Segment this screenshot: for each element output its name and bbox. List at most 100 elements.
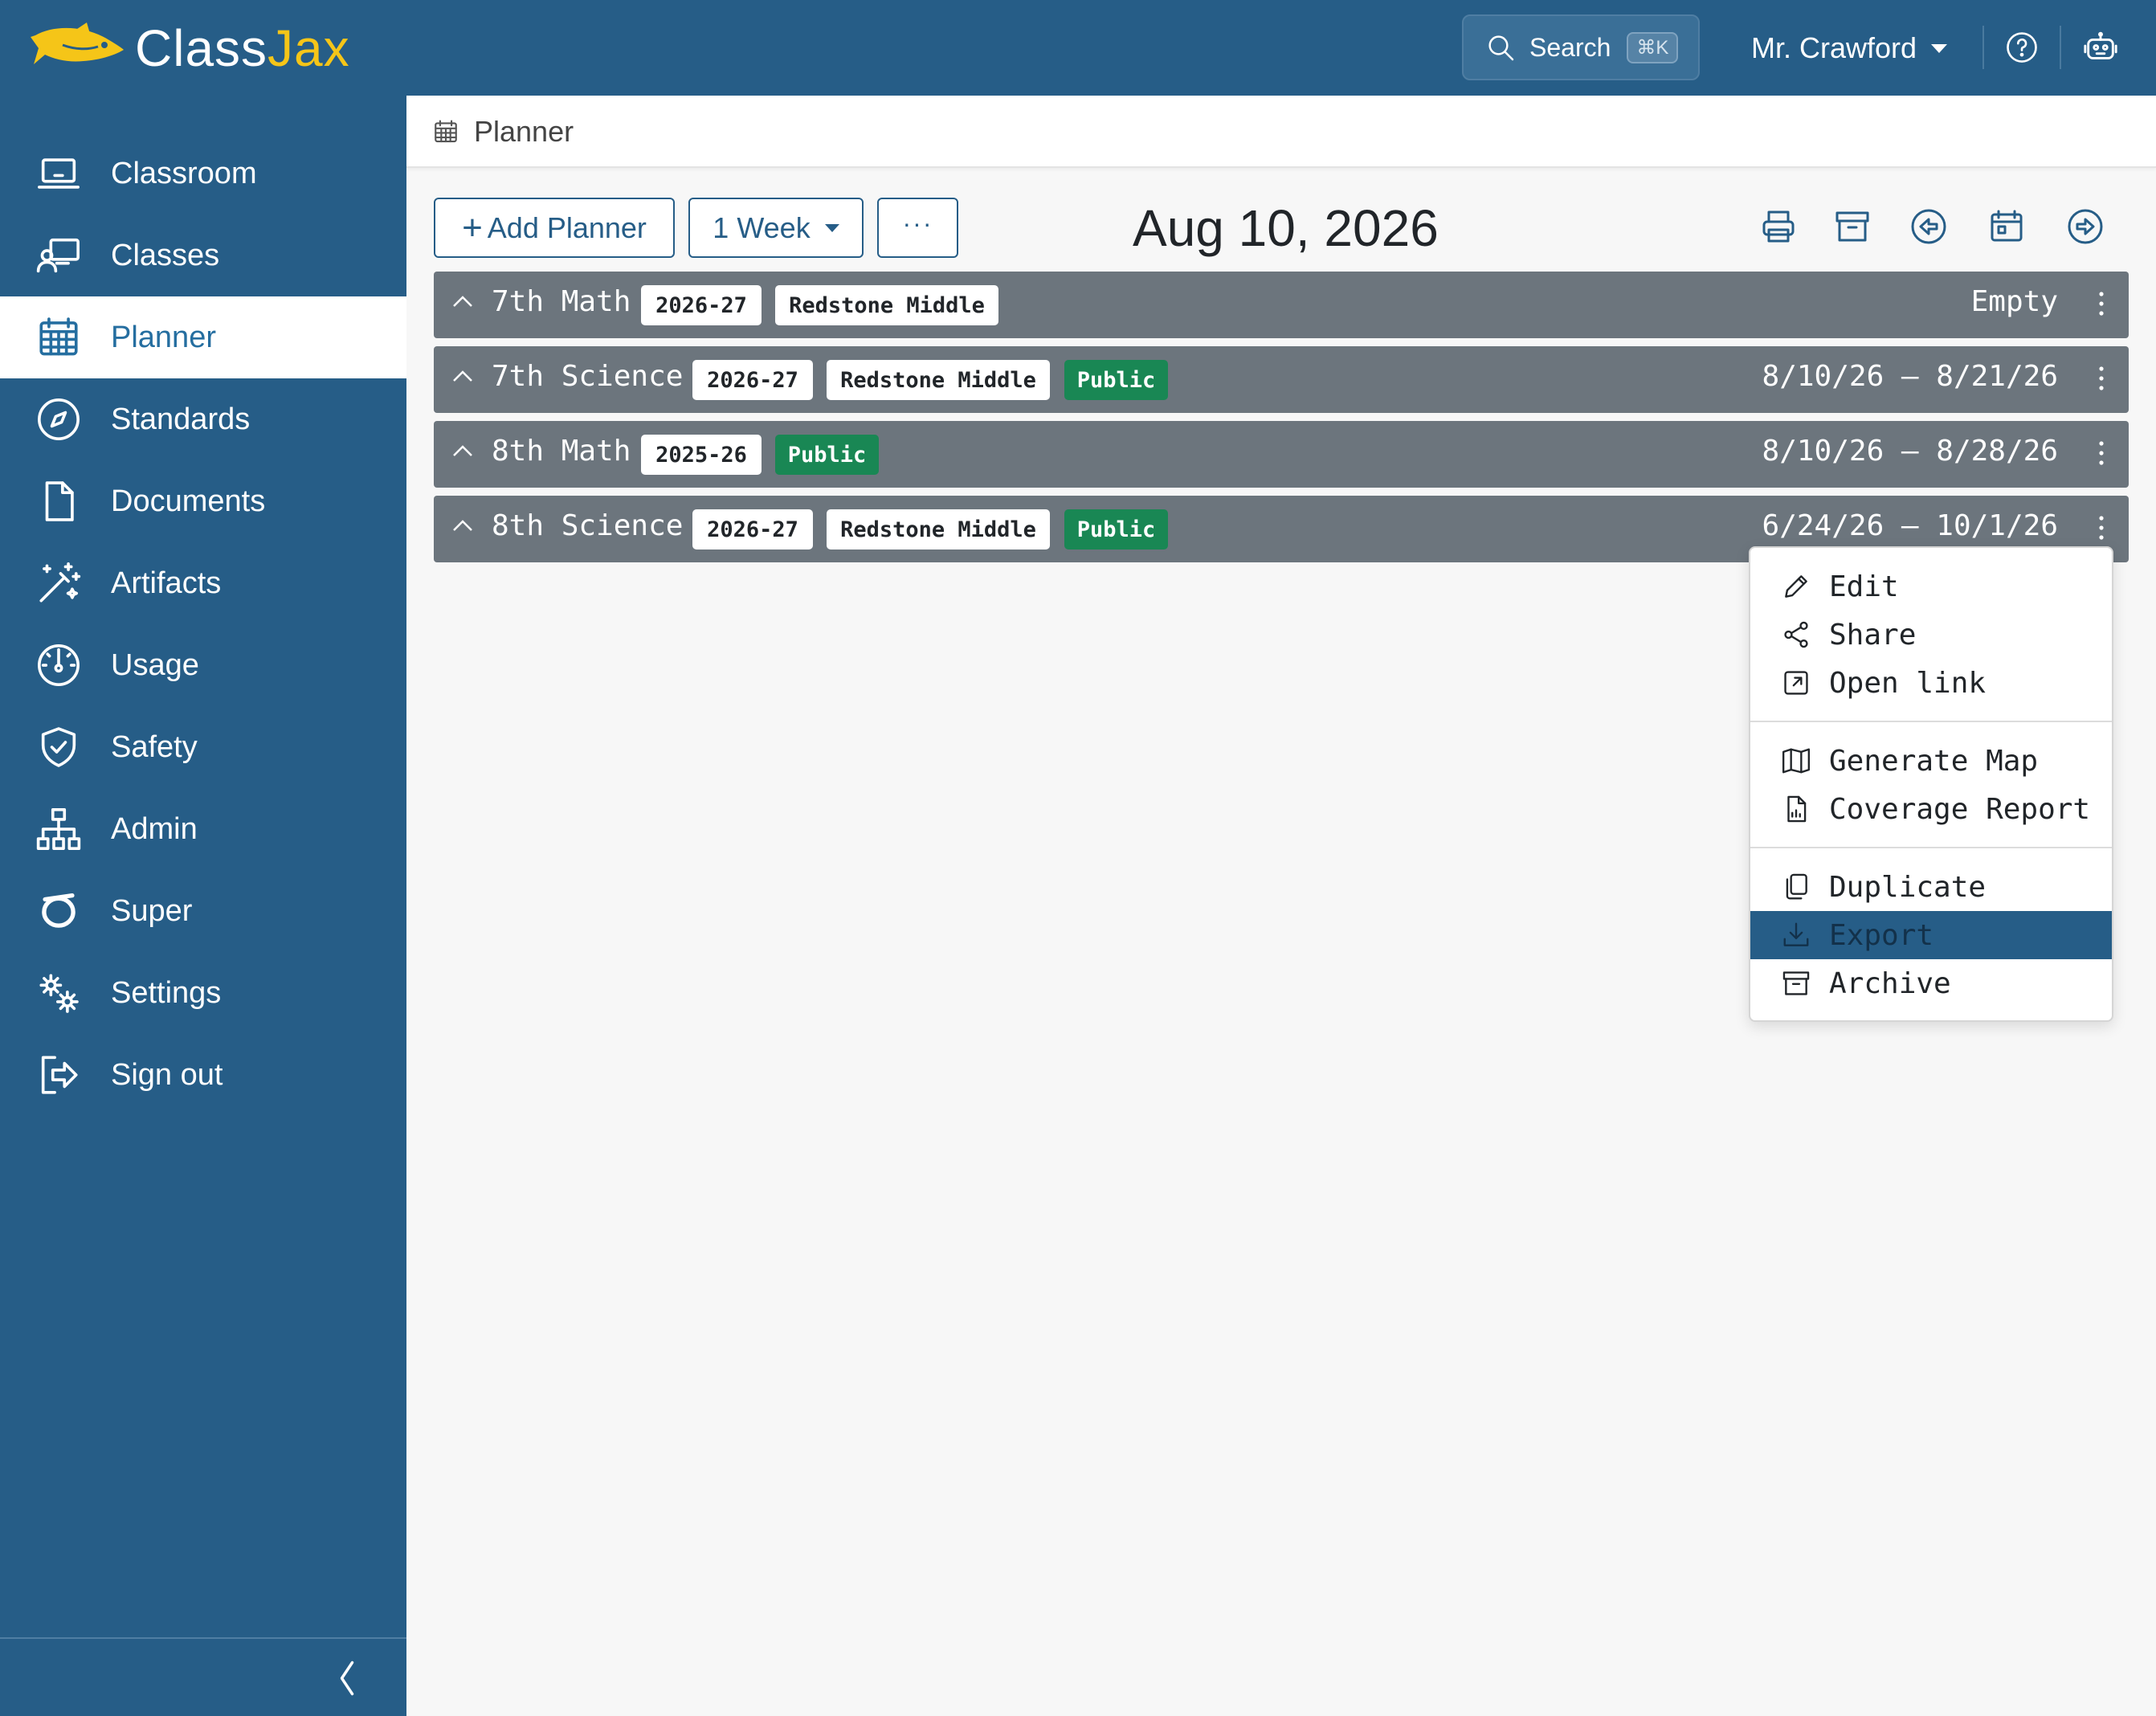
more-options-button[interactable]: ··· <box>877 198 958 258</box>
sidebar-item-label: Usage <box>111 648 199 682</box>
planner-row-7th-science[interactable]: 7th Science 2026-27 Redstone Middle Publ… <box>434 346 2129 413</box>
menu-divider <box>1750 847 2112 848</box>
menu-item-edit[interactable]: Edit <box>1750 562 2112 611</box>
search-button[interactable]: Search ⌘K <box>1462 14 1700 80</box>
chevron-left-icon[interactable] <box>333 1657 361 1699</box>
user-menu-dropdown[interactable]: Mr. Crawford <box>1751 24 1948 72</box>
year-badge: 2026-27 <box>692 360 813 400</box>
chevron-up-icon[interactable] <box>451 367 474 385</box>
calendar-icon <box>435 120 457 143</box>
plus-icon: + <box>462 207 483 247</box>
calendar-today-icon[interactable] <box>1987 207 2026 246</box>
sidebar-item-artifacts[interactable]: Artifacts <box>0 542 406 624</box>
sidebar-item-label: Safety <box>111 729 198 764</box>
add-planner-label: Add Planner <box>487 210 647 244</box>
search-icon <box>1488 35 1514 61</box>
app-logo-text[interactable]: ClassJax <box>135 19 350 77</box>
planner-name: 7th Math <box>492 285 631 318</box>
planner-name: 8th Science <box>492 509 684 542</box>
kebab-menu-icon[interactable] <box>2095 512 2108 544</box>
school-badge: Redstone Middle <box>827 360 1050 400</box>
planner-date-range: 8/10/26 – 8/21/26 <box>1762 360 2058 393</box>
chevron-up-icon[interactable] <box>451 517 474 534</box>
menu-item-label: Export <box>1829 918 1934 952</box>
sidebar-item-safety[interactable]: Safety <box>0 706 406 788</box>
map-icon <box>1782 748 1811 774</box>
planner-row-7th-math[interactable]: 7th Math 2026-27 Redstone Middle Empty <box>434 272 2129 338</box>
menu-item-label: Open link <box>1829 666 1987 700</box>
sidebar-item-label: Classes <box>111 238 220 272</box>
sidebar-divider <box>0 1637 406 1639</box>
share-icon <box>1784 621 1808 648</box>
magic-wand-icon <box>39 562 81 603</box>
compass-icon <box>38 398 80 440</box>
menu-item-label: Generate Map <box>1829 744 2039 778</box>
sidebar-item-label: Admin <box>111 811 198 846</box>
public-badge: Public <box>1064 360 1168 400</box>
sidebar-item-classes[interactable]: Classes <box>0 214 406 296</box>
planner-row-8th-math[interactable]: 8th Math 2025-26 Public 8/10/26 – 8/28/2… <box>434 421 2129 488</box>
gauge-icon <box>38 644 80 686</box>
report-icon <box>1787 795 1807 823</box>
menu-item-share[interactable]: Share <box>1750 611 2112 659</box>
archive-icon[interactable] <box>1833 207 1872 246</box>
printer-icon[interactable] <box>1759 207 1798 246</box>
school-badge: Redstone Middle <box>827 509 1050 550</box>
navbar-divider <box>2060 26 2061 69</box>
sidebar-item-settings[interactable]: Settings <box>0 952 406 1034</box>
breadcrumb: Planner <box>406 96 2156 168</box>
menu-item-duplicate[interactable]: Duplicate <box>1750 863 2112 911</box>
sidebar-item-classroom[interactable]: Classroom <box>0 133 406 214</box>
sidebar-item-super[interactable]: Super <box>0 870 406 952</box>
sidebar-item-label: Sign out <box>111 1057 223 1092</box>
pencil-icon <box>1785 575 1807 598</box>
sidebar: Classroom Classes Planner Standards Docu… <box>0 96 406 1716</box>
help-icon[interactable] <box>2005 31 2039 64</box>
menu-item-label: Coverage Report <box>1829 792 2091 826</box>
external-link-icon <box>1784 671 1808 695</box>
public-badge: Public <box>1064 509 1168 550</box>
ring-icon <box>42 893 76 928</box>
gears-icon <box>39 974 79 1013</box>
planner-date-range: 8/10/26 – 8/28/26 <box>1762 435 2058 468</box>
planner-date-range: Empty <box>1970 285 2058 318</box>
arrow-left-circle-icon[interactable] <box>1909 207 1948 246</box>
sidebar-item-standards[interactable]: Standards <box>0 378 406 460</box>
sidebar-item-documents[interactable]: Documents <box>0 460 406 542</box>
sidebar-item-planner[interactable]: Planner <box>0 296 406 378</box>
chevron-down-icon <box>1931 43 1948 53</box>
robot-icon[interactable] <box>2082 29 2119 66</box>
kebab-menu-icon[interactable] <box>2095 437 2108 469</box>
menu-item-archive[interactable]: Archive <box>1750 959 2112 1007</box>
sign-out-icon <box>41 1056 78 1094</box>
sidebar-item-admin[interactable]: Admin <box>0 788 406 870</box>
menu-item-open-link[interactable]: Open link <box>1750 659 2112 707</box>
search-label: Search <box>1529 32 1611 62</box>
menu-item-generate-map[interactable]: Generate Map <box>1750 737 2112 785</box>
sidebar-item-label: Settings <box>111 975 222 1010</box>
chevron-down-icon <box>824 223 839 232</box>
week-range-dropdown[interactable]: 1 Week <box>688 198 864 258</box>
sidebar-item-label: Artifacts <box>111 566 222 600</box>
chevron-up-icon[interactable] <box>451 442 474 460</box>
menu-item-coverage-report[interactable]: Coverage Report <box>1750 785 2112 833</box>
navbar-divider <box>1982 26 1984 69</box>
chevron-up-icon[interactable] <box>451 292 474 310</box>
kebab-menu-icon[interactable] <box>2095 362 2108 394</box>
shield-check-icon <box>41 727 76 767</box>
planner-name: 8th Math <box>492 435 631 468</box>
add-planner-button[interactable]: + Add Planner <box>434 198 675 258</box>
arrow-right-circle-icon[interactable] <box>2066 207 2105 246</box>
sidebar-item-label: Classroom <box>111 156 257 190</box>
org-chart-icon <box>36 808 81 850</box>
menu-item-label: Duplicate <box>1829 870 1987 904</box>
sidebar-item-usage[interactable]: Usage <box>0 624 406 706</box>
copy-icon <box>1786 873 1807 900</box>
archive-icon <box>1782 971 1810 995</box>
sidebar-item-sign-out[interactable]: Sign out <box>0 1034 406 1116</box>
kebab-menu-icon[interactable] <box>2095 288 2108 320</box>
week-range-label: 1 Week <box>713 210 811 244</box>
current-date-title: Aug 10, 2026 <box>1133 199 1439 257</box>
menu-item-export[interactable]: Export <box>1750 911 2112 959</box>
menu-item-label: Archive <box>1829 966 1951 1000</box>
